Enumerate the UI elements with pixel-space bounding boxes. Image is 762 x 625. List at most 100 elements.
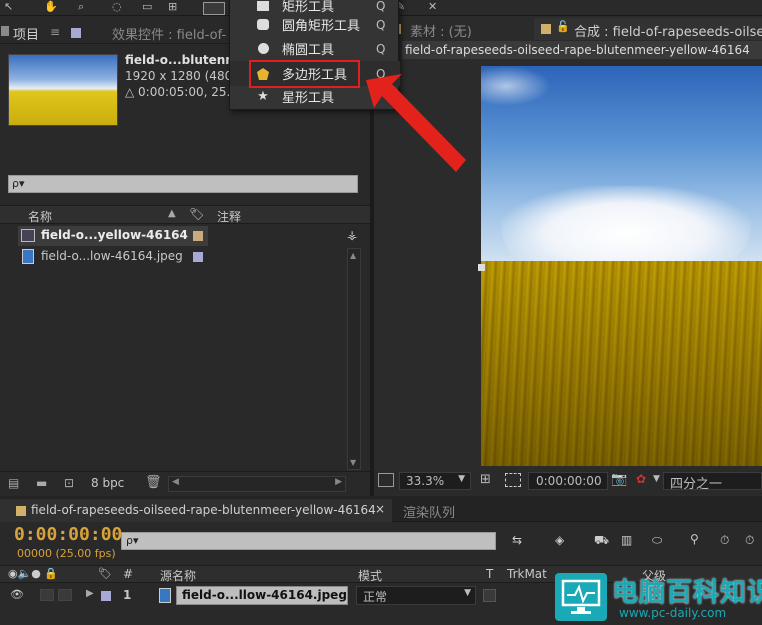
- column-mode[interactable]: 模式: [358, 567, 382, 584]
- lock-icon[interactable]: 🔓: [556, 20, 570, 33]
- preview-resolution: 1920 x 1280 (480: [125, 69, 233, 83]
- comp-label-icon: [541, 24, 551, 34]
- rounded-rect-icon: [256, 18, 270, 32]
- close-icon[interactable]: ≡: [50, 25, 60, 39]
- label-tag-icon[interactable]: 🏷: [189, 207, 204, 221]
- bit-depth-button[interactable]: 8 bpc: [91, 476, 124, 490]
- composition-mini-flowchart-icon[interactable]: ⇆: [512, 533, 530, 549]
- new-folder-icon[interactable]: ▬: [36, 476, 47, 490]
- motion-blur-icon[interactable]: ⬭: [652, 533, 670, 549]
- list-item[interactable]: field-o...low-46164.jpeg: [18, 247, 208, 267]
- watermark-logo: 电脑百科知识 www.pc-daily.com: [555, 570, 762, 625]
- resolution-dropdown[interactable]: 四分之一: [663, 472, 762, 492]
- layer-name-field[interactable]: field-o...llow-46164.jpeg: [176, 586, 348, 605]
- preview-duration: △ 0:00:05:00, 25.: [125, 85, 231, 99]
- preview-thumbnail: [8, 54, 118, 126]
- pan-behind-tool-icon[interactable]: ⊞: [168, 0, 177, 13]
- layer-index: 1: [123, 588, 132, 602]
- list-item[interactable]: field-o...yellow-46164: [18, 226, 208, 246]
- label-tag-icon[interactable]: 🏷: [98, 567, 112, 580]
- av-switches-icon[interactable]: ◉🔈● 🔒: [8, 567, 58, 580]
- zoom-tool-icon[interactable]: ⌕: [78, 0, 84, 14]
- tab-project[interactable]: 项目: [13, 24, 39, 43]
- mask-visibility-icon[interactable]: [505, 473, 521, 487]
- preview-name: field-o...blutenm: [125, 53, 238, 67]
- vertical-scrollbar[interactable]: ▲ ▼: [347, 248, 361, 470]
- label-color-swatch[interactable]: [193, 252, 203, 262]
- tab-effect-controls[interactable]: 效果控件 : field-of-: [112, 24, 226, 43]
- tab-timeline[interactable]: field-of-rapeseeds-oilseed-rape-blutenme…: [0, 499, 392, 522]
- image-file-icon: [22, 249, 34, 264]
- monitor-logo-icon: [555, 573, 607, 621]
- column-trkmat[interactable]: TrkMat: [507, 567, 547, 581]
- horizontal-scrollbar[interactable]: ◀ ▶: [168, 476, 346, 492]
- column-name[interactable]: 名称: [28, 208, 52, 225]
- snapshot-icon[interactable]: 📷: [611, 472, 627, 487]
- composition-canvas[interactable]: [481, 66, 762, 466]
- cloud-shape: [481, 66, 551, 106]
- hand-tool-icon[interactable]: ✋: [44, 0, 58, 13]
- sort-arrow-icon[interactable]: ▲: [168, 208, 176, 219]
- channel-dropdown-arrow-icon[interactable]: ▼: [653, 474, 660, 484]
- stopwatch-alt-icon[interactable]: ⏱: [745, 533, 762, 549]
- search-icon: ρ▾: [126, 534, 139, 547]
- solo-switch[interactable]: [58, 589, 72, 601]
- annotation-arrow: [366, 74, 466, 172]
- show-channel-icon[interactable]: ✿: [636, 472, 646, 486]
- viewer-tab-bar: 素材 : (无) 🔓 合成 : field-of-rapeseeds-oilse: [374, 18, 762, 40]
- new-composition-icon[interactable]: ⊡: [64, 476, 74, 490]
- zoom-dropdown[interactable]: 33.3% ▼: [399, 472, 471, 490]
- graph-editor-icon[interactable]: ⚲: [690, 532, 708, 548]
- interpret-footage-icon[interactable]: ▤: [8, 476, 19, 490]
- project-column-header: 名称 ▲ 🏷 注释: [0, 205, 370, 224]
- effects-label-color-icon: [71, 28, 81, 38]
- menu-item-ellipse[interactable]: 椭圆工具 Q: [230, 36, 400, 61]
- camera-tool-icon[interactable]: ▭: [142, 0, 152, 13]
- frame-info: 00000 (25.00 fps): [17, 547, 116, 560]
- column-source-name[interactable]: 源名称: [160, 567, 196, 584]
- label-color-swatch[interactable]: [193, 231, 203, 241]
- audio-switch[interactable]: [40, 589, 54, 601]
- timeline-tab-bar: field-of-rapeseeds-oilseed-rape-blutenme…: [0, 497, 762, 522]
- item-name: field-o...low-46164.jpeg: [41, 249, 183, 263]
- watermark-url: www.pc-daily.com: [619, 606, 727, 620]
- tab-composition[interactable]: 🔓 合成 : field-of-rapeseeds-oilse: [534, 18, 762, 40]
- search-icon: ρ▾: [12, 177, 25, 190]
- tab-timeline-label: field-of-rapeseeds-oilseed-rape-blutenme…: [31, 503, 376, 517]
- comp-breadcrumb[interactable]: field-of-rapeseeds-oilseed-rape-blutenme…: [402, 41, 762, 59]
- close-icon[interactable]: ×: [375, 502, 385, 516]
- anchor-handle[interactable]: [478, 264, 485, 271]
- stopwatch-icon[interactable]: ⏱: [720, 533, 738, 549]
- visibility-eye-icon[interactable]: 👁: [10, 588, 24, 601]
- watermark-title: 电脑百科知识: [612, 578, 762, 608]
- expand-arrow-icon[interactable]: ▶: [86, 588, 94, 599]
- panel-menu-icon[interactable]: [1, 26, 9, 36]
- shy-layers-icon[interactable]: ⛟: [594, 533, 612, 549]
- shape-tool-button[interactable]: [203, 2, 225, 15]
- frame-blending-icon[interactable]: ▥: [621, 533, 639, 549]
- column-t: T: [486, 567, 494, 581]
- grid-icon[interactable]: ⊞: [480, 472, 491, 487]
- draft-3d-icon[interactable]: ◈: [555, 533, 573, 549]
- tab-footage[interactable]: 素材 : (无): [410, 21, 472, 40]
- always-preview-icon[interactable]: [378, 473, 394, 487]
- layer-label-swatch[interactable]: [101, 591, 111, 601]
- preview-info: field-o...blutenm 1920 x 1280 (480 △ 0:0…: [125, 52, 245, 100]
- ellipse-icon: [256, 42, 270, 56]
- cloud-shape: [501, 186, 751, 266]
- flowchart-icon[interactable]: ⚶: [347, 228, 357, 242]
- current-time-display[interactable]: 0:00:00:00: [14, 524, 122, 545]
- rotate-tool-icon[interactable]: ◌: [112, 0, 122, 13]
- current-time-field[interactable]: 0:00:00:00: [528, 472, 608, 490]
- timeline-search-input[interactable]: ρ▾: [121, 532, 496, 550]
- column-comment[interactable]: 注释: [217, 208, 241, 225]
- project-search-input[interactable]: ρ▾: [8, 175, 358, 193]
- text-tool-icon[interactable]: ✕: [428, 0, 437, 13]
- tab-render-queue[interactable]: 渲染队列: [403, 502, 455, 521]
- selection-tool-icon[interactable]: ↖: [4, 0, 13, 13]
- trash-icon[interactable]: 🗑: [145, 475, 162, 490]
- blend-mode-dropdown[interactable]: 正常 ▼: [356, 586, 476, 605]
- column-hash: #: [123, 567, 134, 581]
- menu-item-rounded-rectangle[interactable]: 圆角矩形工具 Q: [230, 12, 400, 37]
- preserve-transparency-checkbox[interactable]: [483, 589, 496, 602]
